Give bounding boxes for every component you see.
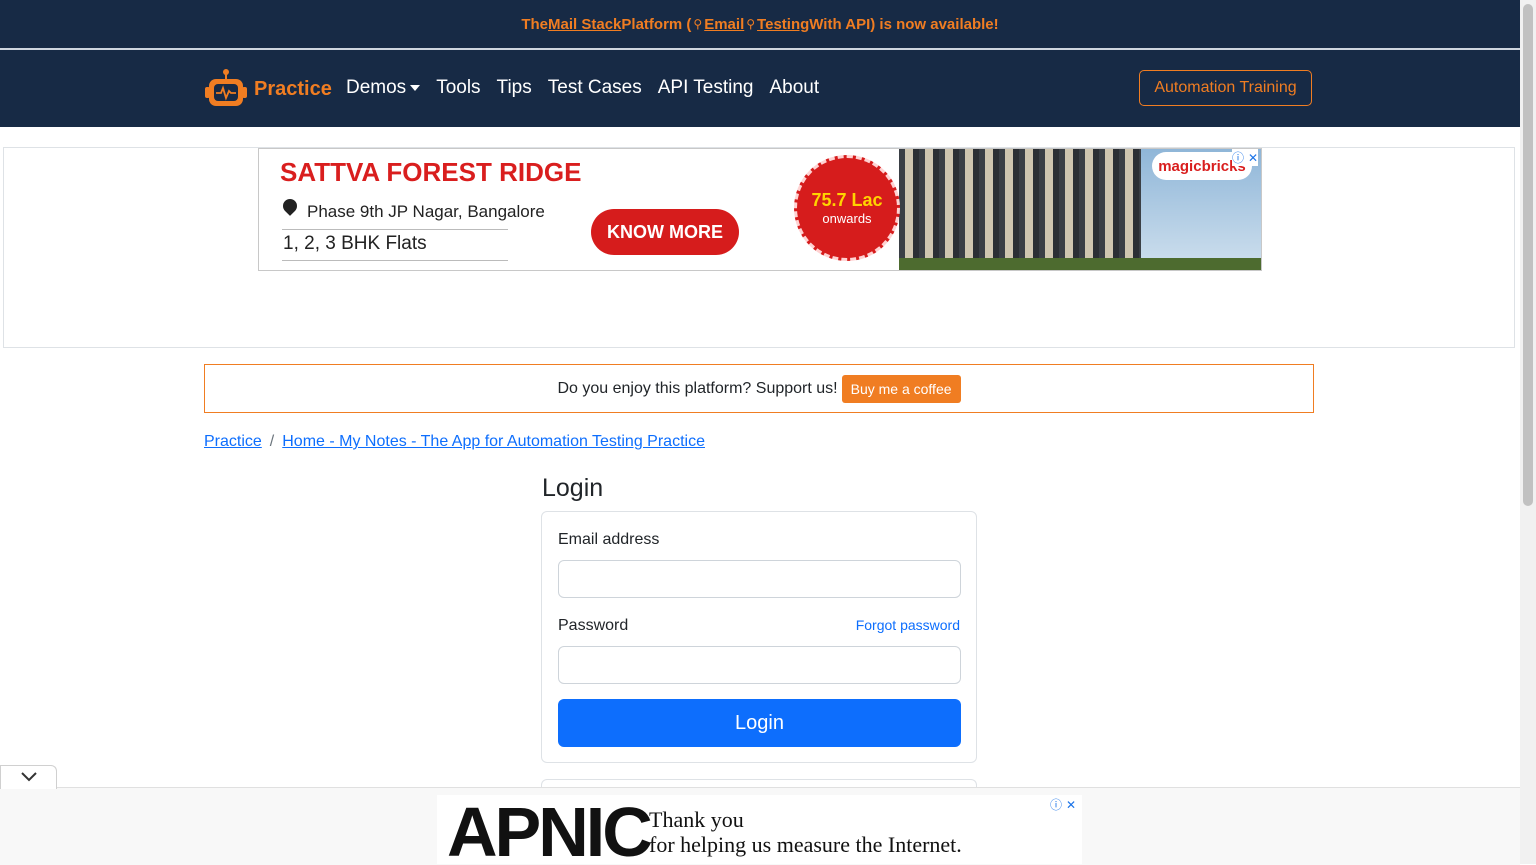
breadcrumb-home-my-notes[interactable]: Home - My Notes - The App for Automation…: [282, 433, 705, 451]
ad-message-line1: Thank you: [649, 807, 744, 832]
nav-api-testing[interactable]: API Testing: [658, 77, 754, 99]
advertisement-banner[interactable]: SATTVA FOREST RIDGE Phase 9th JP Nagar, …: [258, 148, 1262, 271]
testing-link[interactable]: Testing: [757, 16, 809, 33]
ad-controls: ⓘ ✕: [1232, 149, 1259, 166]
ad-message-line2: for helping us measure the Internet.: [649, 832, 962, 857]
nav-demos-dropdown[interactable]: Demos: [346, 77, 421, 99]
location-pin-icon: [280, 196, 300, 216]
automation-training-button[interactable]: Automation Training: [1139, 70, 1312, 106]
login-button[interactable]: Login: [558, 699, 961, 747]
ad-divider: [282, 260, 508, 261]
login-heading: Login: [542, 474, 604, 502]
support-bar: Do you enjoy this platform? Support us! …: [204, 364, 1314, 413]
nav-about[interactable]: About: [770, 77, 820, 99]
page-scrollbar[interactable]: [1520, 0, 1536, 864]
buy-me-a-coffee-button[interactable]: Buy me a coffee: [841, 374, 961, 403]
navbar: Practice Demos Tools Tips Test Cases API…: [0, 50, 1520, 127]
ad-flats: 1, 2, 3 BHK Flats: [283, 233, 427, 254]
brand-link[interactable]: Practice: [204, 67, 332, 111]
brand-text: Practice: [254, 77, 332, 100]
nav-tools[interactable]: Tools: [436, 77, 480, 99]
breadcrumb-separator: /: [269, 433, 275, 450]
ad-price: 75.7 Lac: [811, 190, 883, 210]
ad-title: SATTVA FOREST RIDGE: [280, 157, 582, 187]
breadcrumb: Practice / Home - My Notes - The App for…: [204, 433, 705, 451]
ad-trees-image: [899, 258, 1261, 270]
support-text: Do you enjoy this platform? Support us!: [557, 379, 838, 397]
nav-demos-label: Demos: [346, 77, 407, 98]
scrollbar-thumb[interactable]: [1523, 4, 1533, 506]
collapse-ad-button[interactable]: [0, 765, 57, 789]
bottom-ad-controls: ⓘ ✕: [1050, 796, 1077, 813]
nav-test-cases[interactable]: Test Cases: [548, 77, 642, 99]
ad-know-more-button[interactable]: KNOW MORE: [591, 209, 739, 255]
password-label: Password: [558, 617, 629, 634]
mail-stack-link[interactable]: Mail Stack: [548, 16, 621, 33]
search-icon: ⚲: [693, 17, 703, 31]
announcement-prefix: The: [521, 15, 549, 33]
breadcrumb-practice[interactable]: Practice: [204, 433, 262, 451]
robot-logo-icon: [204, 67, 248, 111]
ad-onwards: onwards: [822, 211, 872, 226]
ad-location: Phase 9th JP Nagar, Bangalore: [307, 202, 545, 221]
chevron-down-icon: [20, 769, 38, 787]
email-link[interactable]: Email: [704, 16, 744, 33]
email-label: Email address: [558, 531, 660, 548]
forgot-password-link[interactable]: Forgot password: [856, 617, 960, 633]
ad-divider: [282, 229, 508, 230]
nav-menu: Demos Tools Tips Test Cases API Testing …: [346, 77, 835, 99]
apnic-logo: APNIC: [447, 795, 653, 864]
search-icon: ⚲: [746, 17, 756, 31]
ad-message: Thank you for helping us measure the Int…: [649, 807, 962, 857]
announcement-suffix: With API) is now available!: [809, 15, 999, 33]
email-field[interactable]: [558, 560, 961, 598]
nav-tips[interactable]: Tips: [497, 77, 532, 99]
password-field[interactable]: [558, 646, 961, 684]
ad-info-icon[interactable]: ⓘ: [1232, 149, 1244, 166]
ad-close-icon[interactable]: ✕: [1248, 151, 1258, 165]
announcement-banner: The Mail Stack Platform ( ⚲ Email ⚲ Test…: [0, 0, 1520, 50]
ad-price-badge: 75.7 Lac onwards: [794, 155, 900, 261]
login-form: Email address Password Forgot password L…: [541, 511, 977, 763]
bottom-advertisement[interactable]: APNIC Thank you for helping us measure t…: [437, 795, 1082, 864]
ad-info-icon[interactable]: ⓘ: [1050, 796, 1062, 813]
announcement-mid: Platform (: [621, 15, 692, 33]
caret-down-icon: [410, 85, 421, 91]
ad-close-icon[interactable]: ✕: [1066, 798, 1076, 812]
